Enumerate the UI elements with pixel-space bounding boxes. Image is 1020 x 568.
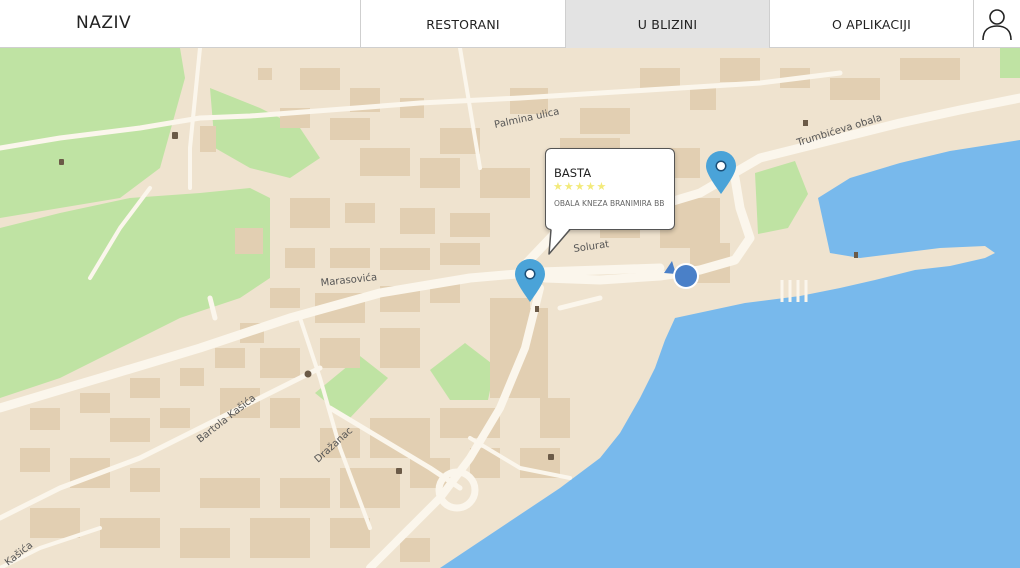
restaurant-callout[interactable]: BASTA ★★★★★ OBALA KNEZA BRANIMIRA BB <box>545 148 675 230</box>
callout-address: OBALA KNEZA BRANIMIRA BB <box>554 199 665 208</box>
tab-o-aplikaciji[interactable]: O APLIKACIJI <box>769 0 973 48</box>
map-view[interactable]: Palmina ulica Trumbićeva obala Solurat M… <box>0 48 1020 568</box>
user-icon <box>982 9 1012 41</box>
cafe-icon <box>172 132 178 139</box>
app-title: NAZIV <box>76 13 132 33</box>
poi-pin-icon <box>304 370 312 378</box>
monument-icon <box>59 159 64 165</box>
user-account-button[interactable] <box>973 0 1020 48</box>
tab-restorani[interactable]: RESTORANI <box>360 0 565 48</box>
rating-stars-icon: ★★★★★ <box>553 181 608 193</box>
cafe-icon <box>548 454 554 460</box>
cafe-icon <box>396 468 402 474</box>
bar-icon <box>535 306 539 312</box>
current-location-icon <box>675 265 697 287</box>
tab-u-blizini[interactable]: U BLIZINI <box>565 0 769 48</box>
callout-tail <box>548 228 571 255</box>
restaurant-icon <box>854 252 858 258</box>
restaurant-icon <box>803 120 808 126</box>
callout-restaurant-name: BASTA <box>554 166 592 180</box>
top-navigation-bar: NAZIV RESTORANI U BLIZINI O APLIKACIJI <box>0 0 1020 48</box>
